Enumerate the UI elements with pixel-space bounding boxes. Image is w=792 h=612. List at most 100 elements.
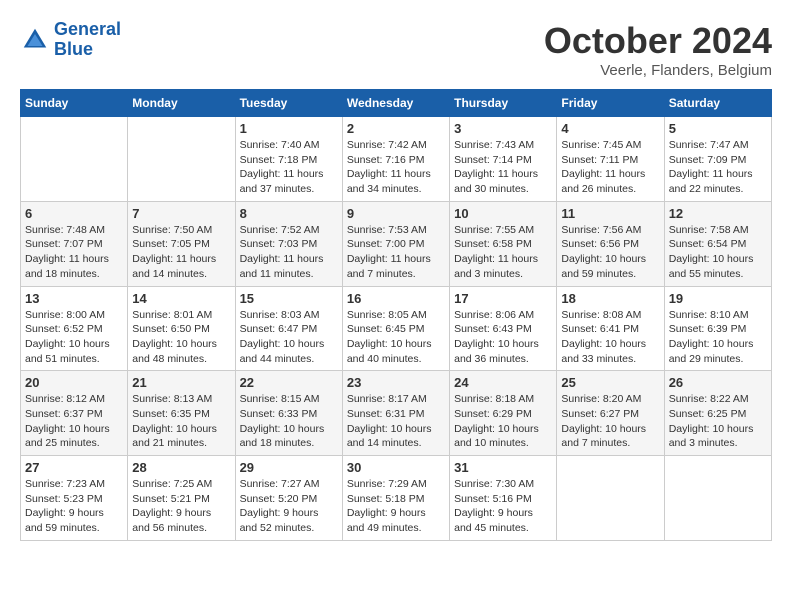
day-info: Sunrise: 8:03 AM Sunset: 6:47 PM Dayligh… [240,308,338,367]
calendar-cell: 7Sunrise: 7:50 AM Sunset: 7:05 PM Daylig… [128,201,235,286]
calendar-cell: 30 Sunrise: 7:29 AM Sunset: 5:18 PM Dayli… [342,456,449,541]
day-number: 24 [454,375,552,390]
day-number: 13 [25,291,123,306]
day-info: Sunrise: 7:56 AM Sunset: 6:56 PM Dayligh… [561,223,659,282]
day-info: Sunrise: 8:05 AM Sunset: 6:45 PM Dayligh… [347,308,445,367]
day-number: 4 [561,121,659,136]
day-number: 8 [240,206,338,221]
calendar-cell: 18 Sunrise: 8:08 AM Sunset: 6:41 PM Dayli… [557,286,664,371]
week-row-5: 27Sunrise: 7:23 AM Sunset: 5:23 PM Dayli… [21,456,772,541]
day-info: Sunrise: 8:17 AM Sunset: 6:31 PM Dayligh… [347,392,445,451]
weekday-header-friday: Friday [557,90,664,117]
day-info: Sunrise: 8:13 AM Sunset: 6:35 PM Dayligh… [132,392,230,451]
calendar-cell: 25Sunrise: 8:20 AM Sunset: 6:27 PM Dayli… [557,371,664,456]
calendar-cell: 10 Sunrise: 7:55 AM Sunset: 6:58 PM Dayli… [450,201,557,286]
calendar-cell: 28 Sunrise: 7:25 AM Sunset: 5:21 PM Dayli… [128,456,235,541]
day-number: 5 [669,121,767,136]
day-info: Sunrise: 7:29 AM Sunset: 5:18 PM Dayligh… [347,477,445,536]
calendar-cell: 15 Sunrise: 8:03 AM Sunset: 6:47 PM Dayli… [235,286,342,371]
calendar-cell: 13 Sunrise: 8:00 AM Sunset: 6:52 PM Dayli… [21,286,128,371]
calendar-cell: 20 Sunrise: 8:12 AM Sunset: 6:37 PM Dayli… [21,371,128,456]
day-number: 26 [669,375,767,390]
day-number: 27 [25,460,123,475]
day-number: 14 [132,291,230,306]
logo-icon [20,25,50,55]
day-info: Sunrise: 7:40 AM Sunset: 7:18 PM Dayligh… [240,138,338,197]
calendar-cell: 8 Sunrise: 7:52 AM Sunset: 7:03 PM Daylig… [235,201,342,286]
calendar-cell: 6Sunrise: 7:48 AM Sunset: 7:07 PM Daylig… [21,201,128,286]
day-info: Sunrise: 7:30 AM Sunset: 5:16 PM Dayligh… [454,477,552,536]
day-number: 11 [561,206,659,221]
day-number: 16 [347,291,445,306]
calendar-cell: 19 Sunrise: 8:10 AM Sunset: 6:39 PM Dayli… [664,286,771,371]
month-title: October 2024 [544,20,772,62]
calendar-cell: 29 Sunrise: 7:27 AM Sunset: 5:20 PM Dayli… [235,456,342,541]
calendar-cell: 22 Sunrise: 8:15 AM Sunset: 6:33 PM Dayli… [235,371,342,456]
day-number: 3 [454,121,552,136]
day-info: Sunrise: 8:00 AM Sunset: 6:52 PM Dayligh… [25,308,123,367]
day-info: Sunrise: 7:25 AM Sunset: 5:21 PM Dayligh… [132,477,230,536]
day-number: 18 [561,291,659,306]
calendar-cell: 11 Sunrise: 7:56 AM Sunset: 6:56 PM Dayli… [557,201,664,286]
day-number: 2 [347,121,445,136]
calendar-cell: 3 Sunrise: 7:43 AM Sunset: 7:14 PM Daylig… [450,117,557,202]
day-info: Sunrise: 7:47 AM Sunset: 7:09 PM Dayligh… [669,138,767,197]
calendar-cell: 21 Sunrise: 8:13 AM Sunset: 6:35 PM Dayli… [128,371,235,456]
day-info: Sunrise: 8:08 AM Sunset: 6:41 PM Dayligh… [561,308,659,367]
day-number: 20 [25,375,123,390]
day-number: 21 [132,375,230,390]
day-info: Sunrise: 8:06 AM Sunset: 6:43 PM Dayligh… [454,308,552,367]
day-info: Sunrise: 7:48 AM Sunset: 7:07 PM Dayligh… [25,223,123,282]
day-number: 23 [347,375,445,390]
day-number: 9 [347,206,445,221]
logo: General Blue [20,20,121,60]
calendar-cell: 24Sunrise: 8:18 AM Sunset: 6:29 PM Dayli… [450,371,557,456]
weekday-header-sunday: Sunday [21,90,128,117]
calendar-cell [21,117,128,202]
day-number: 15 [240,291,338,306]
calendar-cell: 16 Sunrise: 8:05 AM Sunset: 6:45 PM Dayli… [342,286,449,371]
weekday-header-tuesday: Tuesday [235,90,342,117]
calendar-cell: 14 Sunrise: 8:01 AM Sunset: 6:50 PM Dayli… [128,286,235,371]
calendar-cell: 17Sunrise: 8:06 AM Sunset: 6:43 PM Dayli… [450,286,557,371]
day-number: 12 [669,206,767,221]
day-info: Sunrise: 8:01 AM Sunset: 6:50 PM Dayligh… [132,308,230,367]
week-row-3: 13 Sunrise: 8:00 AM Sunset: 6:52 PM Dayli… [21,286,772,371]
day-info: Sunrise: 8:15 AM Sunset: 6:33 PM Dayligh… [240,392,338,451]
day-number: 25 [561,375,659,390]
day-number: 19 [669,291,767,306]
day-number: 29 [240,460,338,475]
location-subtitle: Veerle, Flanders, Belgium [544,62,772,79]
calendar-cell [557,456,664,541]
weekday-header-saturday: Saturday [664,90,771,117]
calendar-cell: 1 Sunrise: 7:40 AM Sunset: 7:18 PM Daylig… [235,117,342,202]
calendar-cell: 31 Sunrise: 7:30 AM Sunset: 5:16 PM Dayli… [450,456,557,541]
day-info: Sunrise: 7:27 AM Sunset: 5:20 PM Dayligh… [240,477,338,536]
calendar-cell: 23 Sunrise: 8:17 AM Sunset: 6:31 PM Dayli… [342,371,449,456]
day-number: 7 [132,206,230,221]
calendar-cell: 4 Sunrise: 7:45 AM Sunset: 7:11 PM Daylig… [557,117,664,202]
day-info: Sunrise: 8:10 AM Sunset: 6:39 PM Dayligh… [669,308,767,367]
calendar-cell: 2 Sunrise: 7:42 AM Sunset: 7:16 PM Daylig… [342,117,449,202]
day-number: 30 [347,460,445,475]
calendar-table: SundayMondayTuesdayWednesdayThursdayFrid… [20,89,772,541]
day-number: 28 [132,460,230,475]
week-row-1: 1 Sunrise: 7:40 AM Sunset: 7:18 PM Daylig… [21,117,772,202]
calendar-cell: 5 Sunrise: 7:47 AM Sunset: 7:09 PM Daylig… [664,117,771,202]
day-info: Sunrise: 7:42 AM Sunset: 7:16 PM Dayligh… [347,138,445,197]
week-row-4: 20 Sunrise: 8:12 AM Sunset: 6:37 PM Dayli… [21,371,772,456]
day-number: 31 [454,460,552,475]
week-row-2: 6Sunrise: 7:48 AM Sunset: 7:07 PM Daylig… [21,201,772,286]
day-info: Sunrise: 8:12 AM Sunset: 6:37 PM Dayligh… [25,392,123,451]
day-info: Sunrise: 7:55 AM Sunset: 6:58 PM Dayligh… [454,223,552,282]
day-number: 10 [454,206,552,221]
day-info: Sunrise: 7:53 AM Sunset: 7:00 PM Dayligh… [347,223,445,282]
day-number: 1 [240,121,338,136]
calendar-cell: 9 Sunrise: 7:53 AM Sunset: 7:00 PM Daylig… [342,201,449,286]
logo-text: General Blue [54,20,121,60]
day-number: 22 [240,375,338,390]
calendar-cell: 27Sunrise: 7:23 AM Sunset: 5:23 PM Dayli… [21,456,128,541]
day-info: Sunrise: 7:52 AM Sunset: 7:03 PM Dayligh… [240,223,338,282]
day-info: Sunrise: 7:43 AM Sunset: 7:14 PM Dayligh… [454,138,552,197]
day-info: Sunrise: 7:45 AM Sunset: 7:11 PM Dayligh… [561,138,659,197]
